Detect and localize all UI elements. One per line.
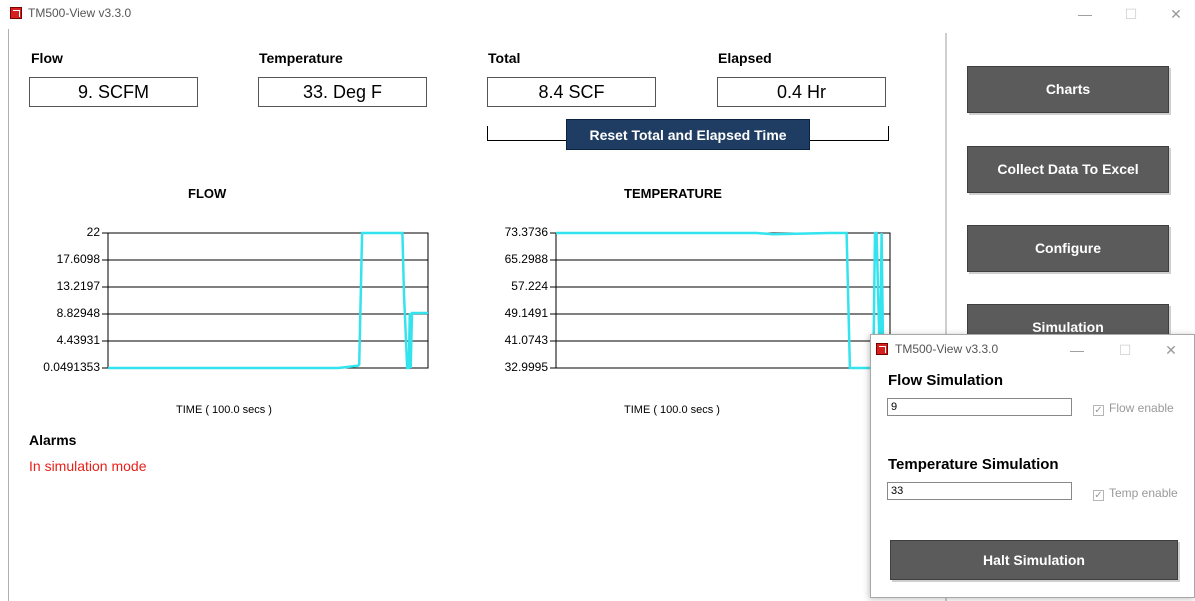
popup-maximize-icon[interactable]: ☐: [1115, 340, 1135, 360]
elapsed-label: Elapsed: [718, 50, 772, 66]
y-tick-label: 65.2988: [504, 252, 548, 266]
temperature-value-box: 33. Deg F: [258, 77, 427, 107]
y-tick-label: 57.224: [511, 279, 548, 293]
y-tick-label: 41.0743: [504, 333, 548, 347]
window-left-border: [8, 29, 9, 601]
y-tick-label: 32.9995: [504, 360, 548, 374]
configure-button[interactable]: Configure: [967, 225, 1169, 272]
popup-close-icon[interactable]: ✕: [1161, 340, 1181, 360]
flow-simulation-input[interactable]: 9: [887, 398, 1072, 416]
temp-enable-checkbox[interactable]: ✓ Temp enable: [1093, 486, 1178, 501]
app-logo-icon: [10, 7, 22, 19]
flow-enable-checkbox[interactable]: ✓ Flow enable: [1093, 401, 1174, 416]
maximize-icon[interactable]: ☐: [1121, 4, 1141, 24]
series-line: [556, 231, 885, 370]
alarm-message: In simulation mode: [29, 458, 147, 474]
alarms-label: Alarms: [29, 432, 77, 448]
flow-chart: [102, 231, 429, 370]
flow-value-box: 9. SCFM: [29, 77, 198, 107]
y-tick-label: 49.1491: [504, 306, 548, 320]
y-tick-label: 8.82948: [56, 306, 100, 320]
elapsed-value-box: 0.4 Hr: [717, 77, 886, 107]
y-tick-label: 13.2197: [56, 279, 100, 293]
temperature-simulation-input[interactable]: 33: [887, 482, 1072, 500]
flow-chart-title: FLOW: [188, 186, 227, 201]
popup-window-title: TM500-View v3.3.0: [895, 342, 999, 356]
temperature-chart: [550, 231, 891, 370]
title-bar: TM500-View v3.3.0 — ☐ ✕: [0, 0, 1195, 29]
y-tick-label: 0.0491353: [43, 360, 100, 374]
y-tick-label: 17.6098: [56, 252, 100, 266]
charts-button[interactable]: Charts: [967, 66, 1169, 113]
temperature-label: Temperature: [259, 50, 343, 66]
flow-enable-label: Flow enable: [1109, 401, 1174, 415]
simulation-popup-window: TM500-View v3.3.0 — ☐ ✕ Flow Simulation …: [870, 334, 1195, 598]
halt-simulation-button[interactable]: Halt Simulation: [890, 540, 1178, 580]
plot-frame: [107, 232, 429, 369]
y-tick-label: 73.3736: [504, 225, 548, 239]
check-icon: ✓: [1093, 490, 1104, 501]
y-tick-label: 22: [86, 225, 100, 239]
reset-total-elapsed-button[interactable]: Reset Total and Elapsed Time: [566, 119, 810, 150]
y-tick-label: 4.43931: [56, 333, 100, 347]
flow-label: Flow: [31, 50, 63, 66]
flow-x-axis-label: TIME ( 100.0 secs ): [176, 404, 272, 416]
series-line: [108, 231, 428, 370]
collect-data-excel-button[interactable]: Collect Data To Excel: [967, 146, 1169, 193]
popup-app-logo-icon: [876, 343, 888, 355]
check-icon: ✓: [1093, 405, 1104, 416]
popup-minimize-icon[interactable]: —: [1067, 340, 1087, 360]
flow-simulation-heading: Flow Simulation: [888, 372, 1003, 389]
total-label: Total: [488, 50, 521, 66]
plot-frame: [555, 232, 891, 369]
temperature-chart-title: TEMPERATURE: [624, 186, 722, 201]
close-icon[interactable]: ✕: [1166, 4, 1186, 24]
total-value-box: 8.4 SCF: [487, 77, 656, 107]
temp-enable-label: Temp enable: [1109, 486, 1178, 500]
window-title: TM500-View v3.3.0: [28, 6, 132, 20]
temperature-simulation-heading: Temperature Simulation: [888, 456, 1059, 473]
minimize-icon[interactable]: —: [1075, 4, 1095, 24]
temperature-x-axis-label: TIME ( 100.0 secs ): [624, 404, 720, 416]
